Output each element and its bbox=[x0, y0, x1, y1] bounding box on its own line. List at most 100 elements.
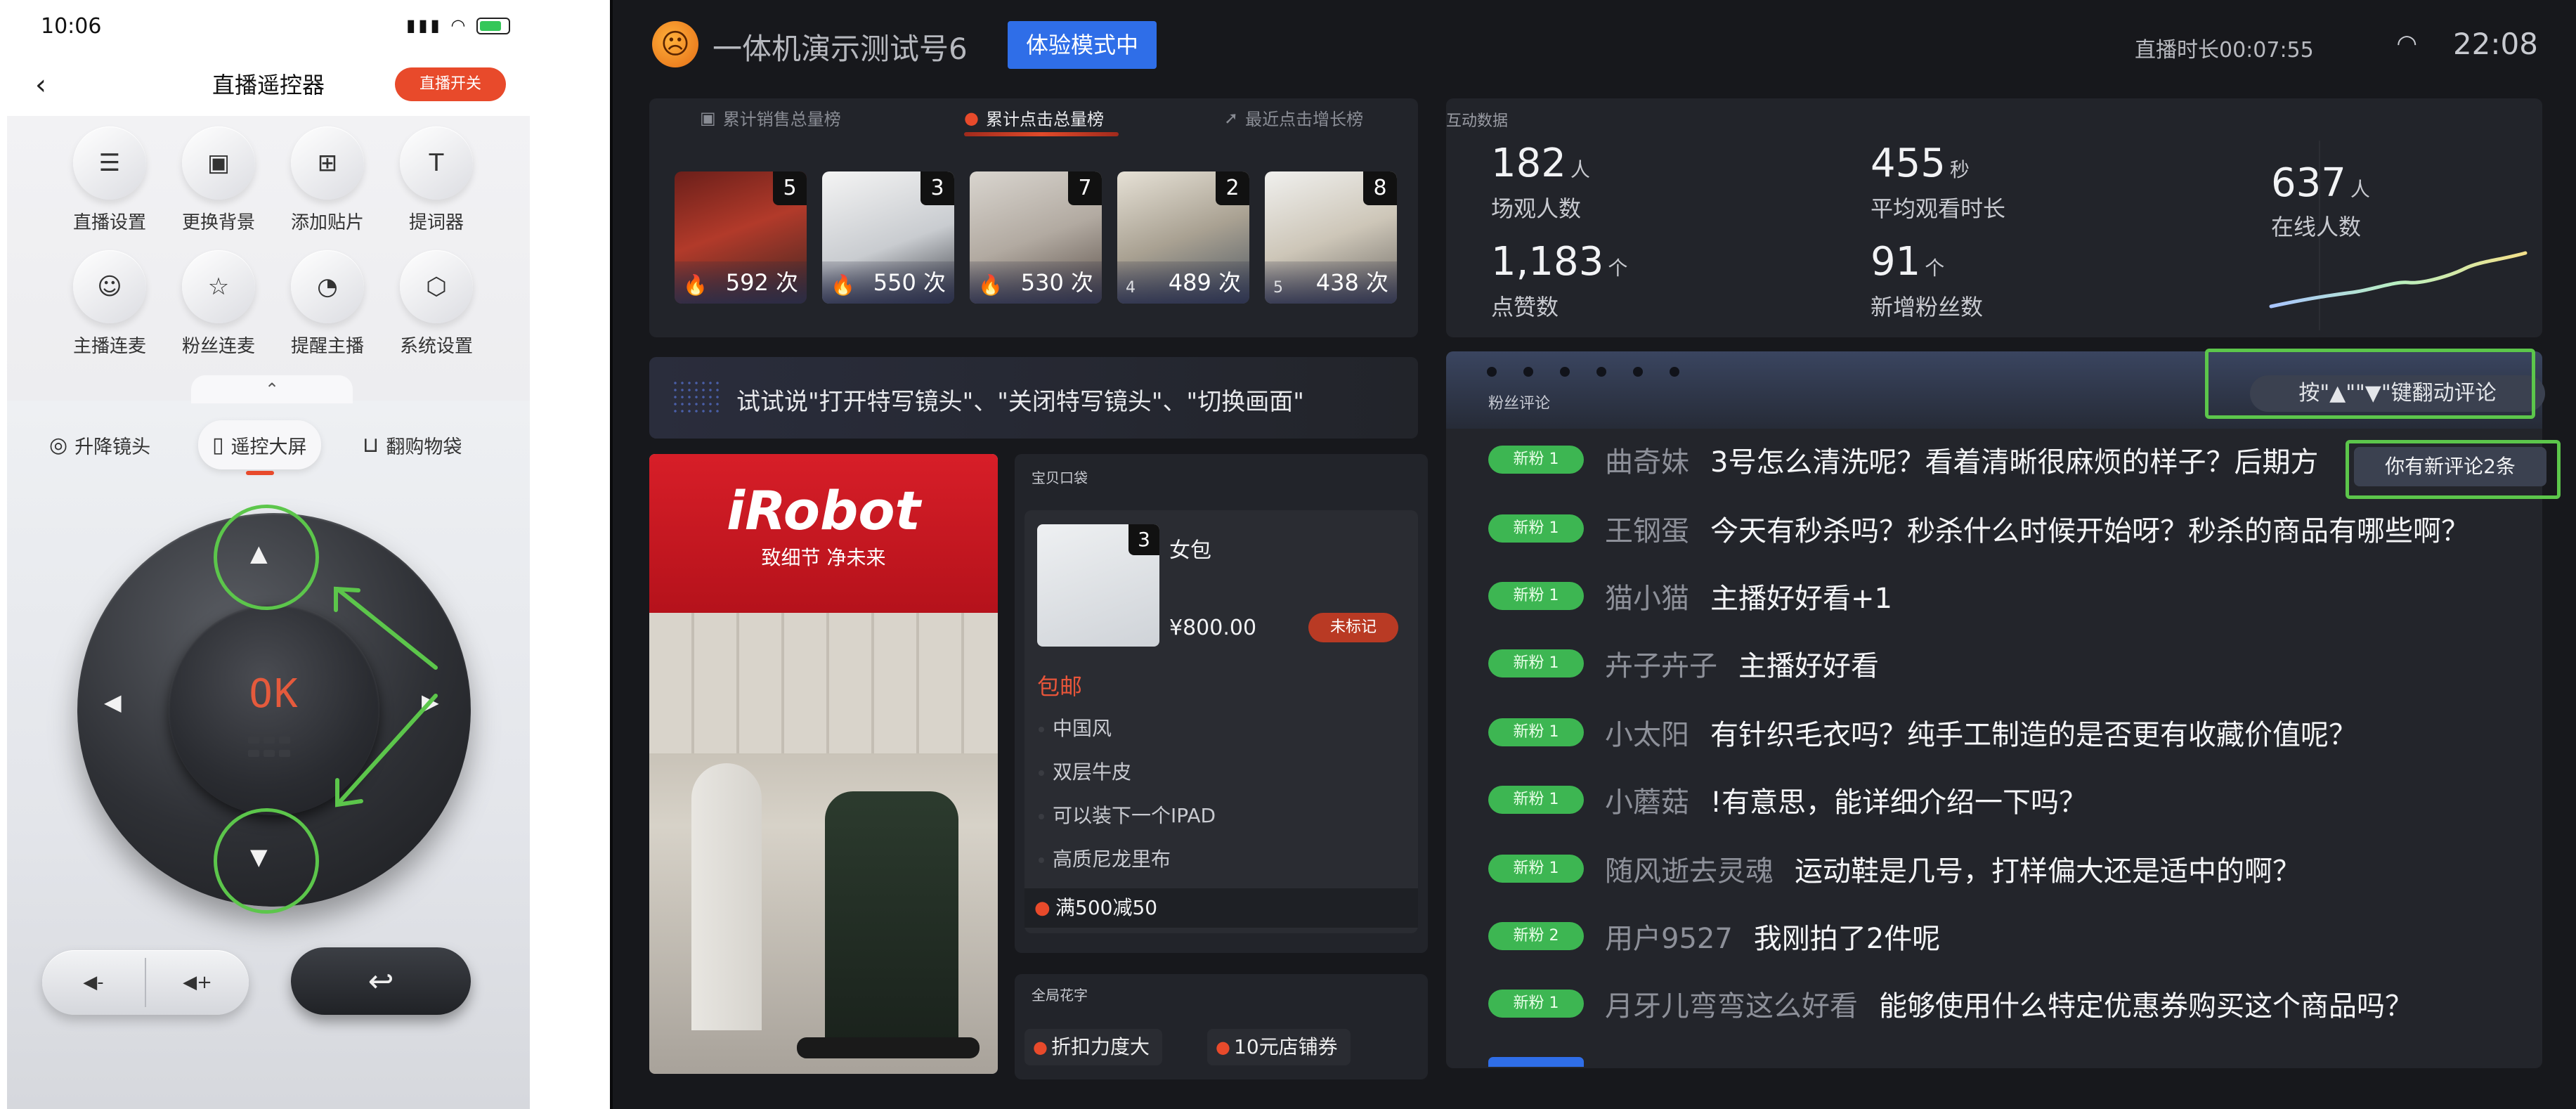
grid-live-settings[interactable]: ☰ 直播设置 bbox=[57, 127, 162, 234]
collapse-handle[interactable]: ⌃ bbox=[191, 375, 353, 403]
comment-row: 新粉 2 用户9527 我刚拍了2件呢 bbox=[1488, 915, 1940, 957]
dpad-grip-dots bbox=[246, 734, 302, 763]
global-tag[interactable]: ● 10元店铺券 bbox=[1207, 1029, 1351, 1065]
grid-change-background[interactable]: ▣ 更换背景 bbox=[166, 127, 271, 234]
grid-fan-connect[interactable]: ☆ 粉丝连麦 bbox=[166, 250, 271, 358]
rank-number: 5 bbox=[1273, 279, 1283, 297]
volume-down-button[interactable]: ◀- bbox=[42, 950, 145, 1015]
phone-header: 10:06 ▮▮▮ ◠ ‹ 直播遥控器 直播开关 bbox=[7, 0, 530, 116]
likes-label: 点赞数 bbox=[1491, 294, 1559, 320]
product-section-title: 宝贝口袋 bbox=[1032, 469, 1088, 486]
live-duration: 直播时长00:07:55 bbox=[2135, 38, 2314, 63]
global-tag[interactable]: ● 折扣力度大 bbox=[1024, 1029, 1163, 1065]
new-fans-value: 91 个 bbox=[1871, 239, 1945, 285]
stats-title: 互动数据 bbox=[1446, 112, 1509, 130]
highlight-box-new-comments bbox=[2346, 440, 2561, 499]
volume-up-button[interactable]: ◀+ bbox=[146, 950, 249, 1015]
highlight-box-scroll-hint bbox=[2205, 349, 2535, 419]
avg-watch-label: 平均观看时长 bbox=[1871, 195, 2006, 222]
next-comment-badge-partial bbox=[1488, 1057, 1584, 1067]
fan-star-icon: ☆ bbox=[182, 250, 255, 323]
promo-row: ● 满500减50 bbox=[1024, 888, 1418, 928]
grid-system-settings[interactable]: ⬡ 系统设置 bbox=[384, 250, 489, 358]
comment-row: 新粉 1 卉子卉子 主播好好看 bbox=[1488, 642, 1879, 685]
sliders-icon: ☰ bbox=[73, 127, 146, 200]
mic-icon: ● bbox=[1034, 897, 1050, 919]
ranking-item[interactable]: 8 438 次 5 bbox=[1265, 171, 1397, 304]
camera-ring-icon: ◎ bbox=[49, 432, 68, 458]
rank-flame-icon: 🔥 bbox=[831, 273, 855, 297]
battery-icon bbox=[476, 18, 510, 34]
global-section-title: 全局花字 bbox=[1032, 987, 1088, 1004]
bell-icon: ◔ bbox=[291, 250, 364, 323]
return-icon: ↩ bbox=[367, 963, 394, 999]
screen-header: ☹ 一体机演示测试号6 体验模式中 直播时长00:07:55 ◠ 22:08 bbox=[613, 0, 2576, 91]
online-trend-sparkline bbox=[2269, 251, 2528, 309]
pillar-scene bbox=[691, 763, 762, 1030]
ceiling-scene bbox=[649, 613, 998, 753]
ranking-item[interactable]: 5 592 次 🔥 bbox=[675, 171, 807, 304]
online-value: 637 人 bbox=[2271, 160, 2370, 206]
viewers-label: 场观人数 bbox=[1491, 195, 1582, 222]
list-item: 可以装下一个IPAD bbox=[1024, 794, 1418, 838]
ranking-item[interactable]: 2 489 次 4 bbox=[1117, 171, 1249, 304]
comment-row: 新粉 1 随风逝去灵魂 运动鞋是几号，打样偏大还是适中的啊？ bbox=[1488, 848, 2301, 890]
comments-title: 粉丝评论 bbox=[1488, 395, 1551, 413]
dpad-left-button[interactable]: ◀ bbox=[104, 689, 122, 715]
wifi-icon: ◠ bbox=[450, 15, 469, 35]
status-icons: ▮▮▮ ◠ bbox=[406, 15, 510, 35]
bag-icon: ▣ bbox=[700, 108, 716, 128]
highlight-ring-up bbox=[214, 505, 319, 610]
tab-growth-rank[interactable]: ➚ 最近点击增长榜 bbox=[1224, 105, 1363, 130]
free-shipping-label: 包邮 bbox=[1037, 673, 1083, 700]
highlight-ring-down bbox=[214, 808, 319, 914]
account-name: 一体机演示测试号6 bbox=[713, 32, 968, 66]
tab-click-rank[interactable]: ● 累计点击总量榜 bbox=[964, 105, 1104, 130]
comment-row: 新粉 1 小太阳 有针织毛衣吗？纯手工制造的是否更有收藏价值呢？ bbox=[1488, 711, 2357, 753]
mic-icon: ● bbox=[1033, 1037, 1048, 1057]
return-button[interactable]: ↩ bbox=[291, 947, 471, 1015]
grid-host-connect[interactable]: ☺ 主播连麦 bbox=[57, 250, 162, 358]
feature-list: 中国风 双层牛皮 可以装下一个IPAD 高质尼龙里布 bbox=[1024, 707, 1418, 881]
comment-row: 新粉 1 王钢蛋 今天有秒杀吗？秒杀什么时候开始呀？秒杀的商品有哪些啊？ bbox=[1488, 507, 2469, 550]
rank-number: 4 bbox=[1126, 279, 1136, 297]
tab-lift-camera[interactable]: ◎ 升降镜头 bbox=[49, 420, 150, 469]
rank-flame-icon: 🔥 bbox=[683, 273, 708, 297]
ranking-item[interactable]: 3 550 次 🔥 bbox=[822, 171, 954, 304]
tab-shopping-bag[interactable]: ⊔ 翻购物袋 bbox=[363, 420, 462, 469]
tab-sales-rank[interactable]: ▣ 累计销售总量榜 bbox=[700, 105, 841, 130]
image-icon: ▣ bbox=[182, 127, 255, 200]
chevron-up-icon: ⌃ bbox=[264, 380, 280, 399]
green-arrows bbox=[334, 586, 438, 808]
list-item: 高质尼龙里布 bbox=[1024, 838, 1418, 881]
product-image: 3 bbox=[1037, 524, 1159, 647]
grid-teleprompter[interactable]: T 提词器 bbox=[384, 127, 489, 234]
voice-hint-text: 试试说"打开特写镜头"、"关闭特写镜头"、"切换画面" bbox=[736, 388, 1304, 416]
product-name: 女包 bbox=[1169, 538, 1211, 563]
grid-remind-host[interactable]: ◔ 提醒主播 bbox=[275, 250, 380, 358]
add-sticker-icon: ⊞ bbox=[291, 127, 364, 200]
wifi-icon: ◠ bbox=[2396, 30, 2417, 58]
avatar: ☹ bbox=[652, 21, 698, 67]
person-mic-icon: ☺ bbox=[73, 250, 146, 323]
rank-flame-icon: 🔥 bbox=[978, 273, 1003, 297]
mark-button[interactable]: 未标记 bbox=[1308, 613, 1398, 642]
brand-logo: iRobot bbox=[727, 479, 921, 542]
ranking-item[interactable]: 7 530 次 🔥 bbox=[970, 171, 1102, 304]
arrow-to-down bbox=[335, 694, 438, 807]
live-switch-button[interactable]: 直播开关 bbox=[395, 67, 506, 101]
list-item: 中国风 bbox=[1024, 707, 1418, 751]
hexagon-gear-icon: ⬡ bbox=[400, 250, 473, 323]
viewers-value: 182 人 bbox=[1491, 141, 1590, 186]
comment-row: 新粉 1 月牙儿弯弯这么好看 能够使用什么特定优惠券购买这个商品吗？ bbox=[1488, 982, 2413, 1025]
trend-icon: ➚ bbox=[1224, 108, 1239, 128]
new-fans-label: 新增粉丝数 bbox=[1871, 294, 1984, 320]
tab-remote-screen[interactable]: ▯ 遥控大屏 bbox=[198, 420, 321, 469]
shopping-bag-icon: ⊔ bbox=[363, 432, 379, 458]
grid-add-sticker[interactable]: ⊞ 添加贴片 bbox=[275, 127, 380, 234]
online-label: 在线人数 bbox=[2271, 214, 2362, 240]
live-screen: ☹ 一体机演示测试号6 体验模式中 直播时长00:07:55 ◠ 22:08 ▣… bbox=[610, 0, 2576, 1109]
volume-control: ◀- ◀+ bbox=[42, 950, 249, 1015]
status-time: 10:06 bbox=[41, 14, 102, 39]
list-item: 双层牛皮 bbox=[1024, 751, 1418, 794]
